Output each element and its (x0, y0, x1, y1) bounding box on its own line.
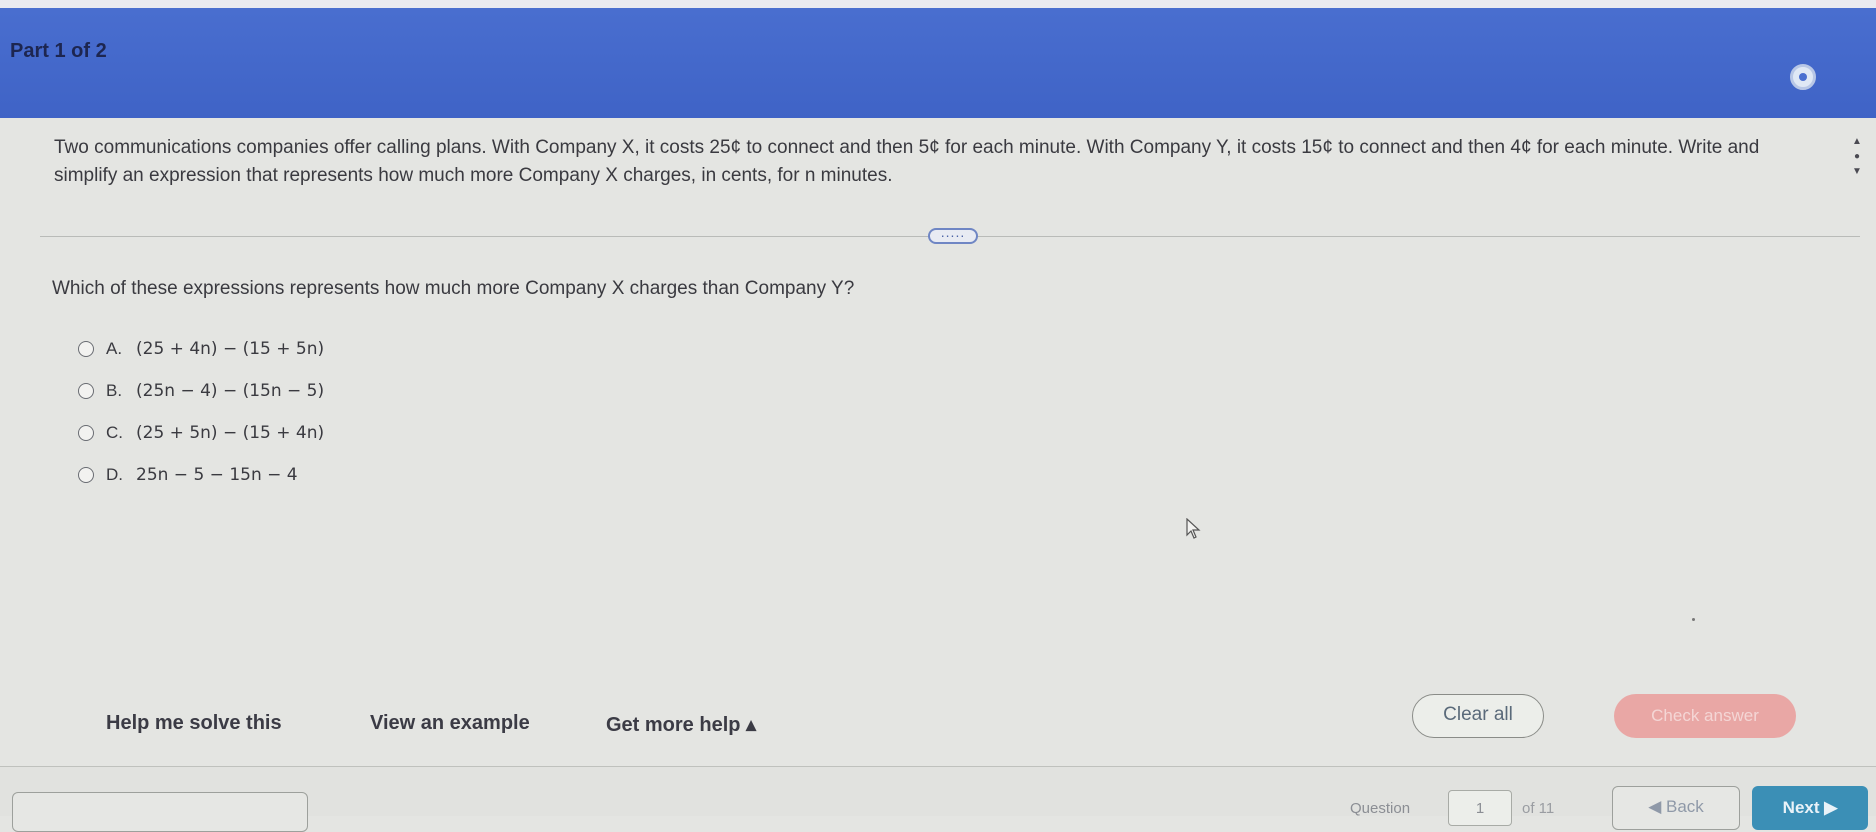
help-me-solve-link[interactable]: Help me solve this (106, 712, 282, 735)
choice-expression: (25 + 4n) − (15 + 5n) (136, 339, 325, 359)
header-bar: Part 1 of 2 (0, 0, 1876, 118)
choice-letter: C. (106, 423, 123, 442)
part-label: Part 1 of 2 (10, 40, 107, 62)
choice-b[interactable]: B. (25n − 4) − (15n − 5) (78, 370, 324, 412)
review-progress-button[interactable] (12, 792, 308, 832)
scroll-thumb[interactable]: ● (1852, 149, 1862, 164)
choice-letter: D. (106, 465, 123, 484)
clear-all-button[interactable]: Clear all (1412, 694, 1544, 738)
stray-dot (1692, 618, 1695, 621)
ellipsis-icon: ..... (940, 224, 966, 240)
next-button[interactable]: Next ▶ (1752, 786, 1868, 830)
question-prompt: Which of these expressions represents ho… (52, 278, 855, 299)
question-total: of 11 (1522, 800, 1555, 817)
question-number-field[interactable]: 1 (1448, 790, 1512, 826)
choice-letter: A. (106, 339, 123, 358)
problem-statement: Two communications companies offer calli… (54, 137, 1760, 186)
gear-icon[interactable] (1790, 64, 1816, 90)
question-label: Question (1350, 800, 1411, 817)
get-more-help-link[interactable]: Get more help ▴ (606, 712, 756, 737)
scroll-control[interactable]: ▲ ● ▼ (1852, 134, 1862, 194)
choice-letter: B. (106, 381, 123, 400)
choice-d[interactable]: D. 25n − 5 − 15n − 4 (78, 454, 324, 496)
radio-button[interactable] (78, 383, 94, 399)
check-answer-button[interactable]: Check answer (1614, 694, 1796, 738)
mouse-cursor-icon (1186, 518, 1201, 539)
back-button[interactable]: ◀ Back (1612, 786, 1740, 830)
choice-expression: (25n − 4) − (15n − 5) (136, 381, 325, 401)
choice-expression: 25n − 5 − 15n − 4 (136, 465, 298, 485)
answer-choices: A. (25 + 4n) − (15 + 5n) B. (25n − 4) − … (78, 328, 324, 496)
radio-button[interactable] (78, 467, 94, 483)
header-top-strip (0, 0, 1876, 8)
choice-c[interactable]: C. (25 + 5n) − (15 + 4n) (78, 412, 324, 454)
choice-a[interactable]: A. (25 + 4n) − (15 + 5n) (78, 328, 324, 370)
choice-expression: (25 + 5n) − (15 + 4n) (136, 423, 325, 443)
scroll-up-icon[interactable]: ▲ (1852, 134, 1862, 149)
radio-button[interactable] (78, 341, 94, 357)
scroll-down-icon[interactable]: ▼ (1852, 164, 1862, 179)
radio-button[interactable] (78, 425, 94, 441)
problem-content: Two communications companies offer calli… (0, 118, 1876, 768)
view-example-link[interactable]: View an example (370, 712, 530, 735)
expand-toggle[interactable]: ..... (928, 224, 978, 244)
